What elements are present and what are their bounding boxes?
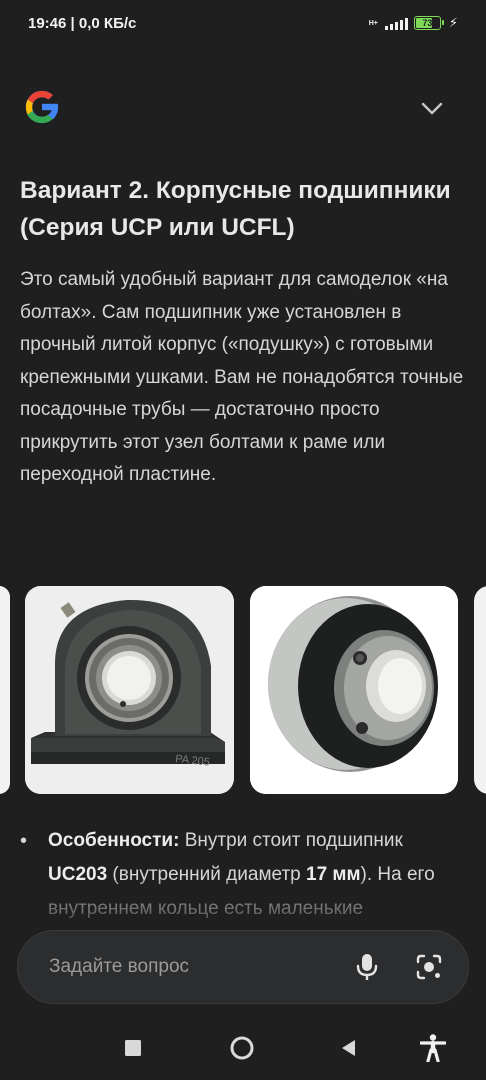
insert-bearing-image: [250, 586, 458, 794]
back-triangle-icon: [342, 1040, 355, 1056]
section-title: Вариант 2. Корпусные подшипники (Серия U…: [20, 177, 451, 241]
ask-bar: [17, 930, 469, 1004]
network-type-label: H+: [368, 19, 378, 27]
image-card-next[interactable]: [474, 586, 486, 794]
status-icons: H+ 73 ⚡: [369, 15, 458, 31]
accessibility-button[interactable]: [418, 1032, 448, 1064]
square-icon: [125, 1040, 141, 1056]
recents-button[interactable]: [118, 1036, 148, 1060]
ask-input[interactable]: [49, 956, 322, 978]
google-g-icon: [21, 86, 63, 128]
battery-level: 73: [422, 18, 433, 28]
image-carousel[interactable]: PA 205: [0, 586, 486, 794]
collapse-button[interactable]: [412, 88, 452, 128]
pillow-block-bearing-image: PA 205: [25, 586, 234, 794]
lens-search-button[interactable]: [412, 950, 446, 984]
voice-input-button[interactable]: [350, 950, 384, 984]
bullet-text-part: Внутри стоит подшипник: [179, 830, 403, 851]
battery-icon: 73: [413, 16, 444, 30]
image-card-insert-bearing[interactable]: [250, 586, 458, 794]
home-button[interactable]: [226, 1034, 258, 1062]
answer-content: Вариант 2. Корпусные подшипники (Серия U…: [20, 172, 466, 492]
status-bar: 19:46 | 0,0 КБ/с H+ 73 ⚡: [0, 0, 486, 46]
chevron-down-icon: [421, 102, 443, 115]
signal-icon: [384, 16, 408, 30]
charging-icon: ⚡: [448, 15, 458, 30]
system-nav-bar: [0, 1020, 486, 1076]
accessibility-icon: [420, 1034, 446, 1062]
image-card-previous[interactable]: [0, 586, 10, 794]
back-button[interactable]: [336, 1036, 362, 1060]
bullet-label: Особенности:: [48, 830, 180, 851]
microphone-icon: [356, 954, 378, 980]
camera-lens-icon: [416, 954, 442, 980]
image-card-pillow-block-bearing[interactable]: PA 205: [25, 586, 234, 794]
status-time-speed: 19:46 | 0,0 КБ/с: [28, 14, 137, 32]
section-paragraph: Это самый удобный вариант для самоделок …: [20, 269, 464, 485]
circle-icon: [230, 1036, 254, 1060]
network-type-icon: H+: [369, 20, 378, 27]
